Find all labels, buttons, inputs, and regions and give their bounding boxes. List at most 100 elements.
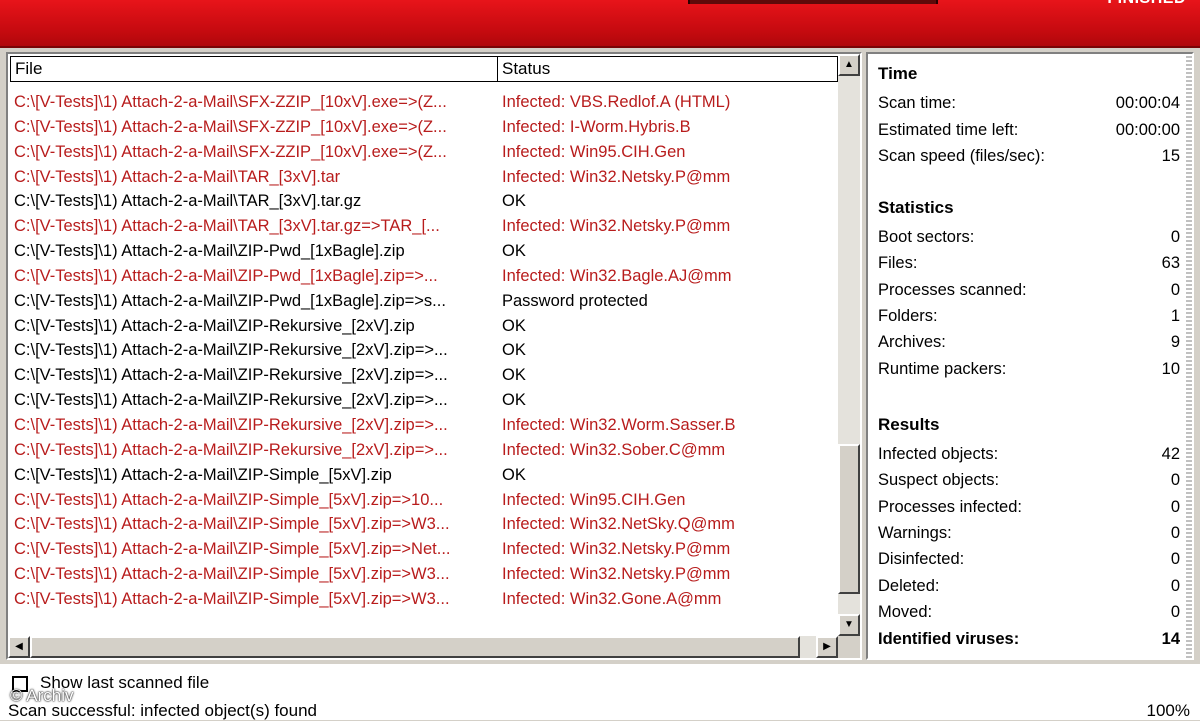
table-row[interactable]: C:\[V-Tests]\1) Attach-2-a-Mail\ZIP-Reku…	[14, 388, 838, 413]
table-row[interactable]: C:\[V-Tests]\1) Attach-2-a-Mail\ZIP-Reku…	[14, 363, 838, 388]
results-stat-value: 0	[1170, 550, 1180, 569]
table-row[interactable]: C:\[V-Tests]\1) Attach-2-a-Mail\ZIP-Simp…	[14, 488, 838, 513]
scrollbar-corner	[838, 636, 860, 658]
time-stat-row: Scan speed (files/sec): 15	[878, 147, 1180, 173]
results-stat-row: Warnings: 0	[878, 524, 1180, 550]
table-row[interactable]: C:\[V-Tests]\1) Attach-2-a-Mail\ZIP-Pwd_…	[14, 289, 838, 314]
results-stat-label: Deleted:	[878, 576, 940, 595]
time-stat-value: 15	[1161, 147, 1180, 165]
scan-status-cell: Password protected	[502, 291, 648, 310]
scroll-left-button[interactable]: ◀	[8, 636, 30, 658]
table-row[interactable]: C:\[V-Tests]\1) Attach-2-a-Mail\ZIP-Pwd_…	[14, 239, 838, 264]
table-row[interactable]: C:\[V-Tests]\1) Attach-2-a-Mail\ZIP-Reku…	[14, 338, 838, 363]
statistics-stat-row: Archives: 9	[878, 333, 1180, 359]
results-stat-value: 0	[1170, 602, 1180, 621]
table-row[interactable]: C:\[V-Tests]\1) Attach-2-a-Mail\SFX-ZZIP…	[14, 140, 838, 165]
statistics-stat-value: 0	[1170, 280, 1180, 299]
table-row[interactable]: C:\[V-Tests]\1) Attach-2-a-Mail\TAR_[3xV…	[14, 214, 838, 239]
scan-status-cell: Infected: I-Worm.Hybris.B	[502, 117, 691, 136]
column-header-status[interactable]: Status	[498, 56, 838, 82]
file-path-cell: C:\[V-Tests]\1) Attach-2-a-Mail\ZIP-Simp…	[14, 465, 392, 484]
results-stat-label: Processes infected:	[878, 497, 1022, 516]
scan-status-cell: Infected: Win95.CIH.Gen	[502, 142, 686, 161]
table-row[interactable]: C:\[V-Tests]\1) Attach-2-a-Mail\ZIP-Reku…	[14, 314, 838, 339]
results-stat-value: 0	[1170, 576, 1180, 595]
scroll-right-button[interactable]: ▶	[816, 636, 838, 658]
statistics-stat-row: Files: 63	[878, 254, 1180, 280]
table-row[interactable]: C:\[V-Tests]\1) Attach-2-a-Mail\ZIP-Reku…	[14, 438, 838, 463]
statistics-stat-value: 1	[1170, 306, 1180, 325]
file-path-cell: C:\[V-Tests]\1) Attach-2-a-Mail\ZIP-Pwd_…	[14, 266, 438, 285]
results-stat-value: 42	[1161, 445, 1180, 463]
scan-status-cell: OK	[502, 391, 526, 410]
horizontal-scroll-thumb[interactable]	[30, 636, 800, 658]
table-row[interactable]: C:\[V-Tests]\1) Attach-2-a-Mail\TAR_[3xV…	[14, 165, 838, 190]
statistics-stat-label: Folders:	[878, 306, 938, 325]
results-stat-value: 0	[1170, 471, 1180, 490]
file-path-cell: C:\[V-Tests]\1) Attach-2-a-Mail\ZIP-Pwd_…	[14, 242, 405, 261]
statistics-stat-value: 10	[1161, 359, 1180, 378]
scan-status-cell: Infected: Win95.CIH.Gen	[502, 490, 686, 509]
scroll-down-button[interactable]: ▼	[838, 614, 860, 636]
table-row[interactable]: C:\[V-Tests]\1) Attach-2-a-Mail\ZIP-Reku…	[14, 413, 838, 438]
scan-status-cell: Infected: Win32.Gone.A@mm	[502, 589, 722, 608]
time-stat-value: 00:00:04	[1115, 94, 1180, 112]
file-path-cell: C:\[V-Tests]\1) Attach-2-a-Mail\TAR_[3xV…	[14, 167, 341, 186]
scroll-up-button[interactable]: ▲	[838, 54, 860, 76]
statistics-stat-label: Files:	[878, 254, 918, 273]
identified-viruses-value: 14	[1161, 630, 1180, 648]
file-path-cell: C:\[V-Tests]\1) Attach-2-a-Mail\SFX-ZZIP…	[14, 142, 447, 161]
table-row[interactable]: C:\[V-Tests]\1) Attach-2-a-Mail\TAR_[3xV…	[14, 189, 838, 214]
statistics-stat-value: 9	[1170, 333, 1180, 352]
scan-statistics-panel: Time Scan time: 00:00:04 Estimated time le…	[866, 52, 1194, 660]
scan-status-cell: OK	[502, 316, 526, 335]
statistics-section-title: Statistics	[878, 198, 954, 217]
time-stat-row: Estimated time left: 00:00:00	[878, 121, 1180, 147]
table-row[interactable]: C:\[V-Tests]\1) Attach-2-a-Mail\ZIP-Simp…	[14, 587, 838, 612]
statistics-stat-label: Processes scanned:	[878, 280, 1027, 299]
scan-status-cell: Infected: Win32.Netsky.P@mm	[502, 167, 731, 186]
statistics-stat-label: Runtime packers:	[878, 359, 1007, 378]
scan-result-message: Scan successful: infected object(s) foun…	[8, 701, 317, 720]
statistics-stat-row: Processes scanned: 0	[878, 281, 1180, 307]
horizontal-scrollbar[interactable]: ◀ ▶	[8, 636, 838, 658]
vertical-scroll-thumb[interactable]	[838, 444, 860, 594]
file-path-cell: C:\[V-Tests]\1) Attach-2-a-Mail\ZIP-Reku…	[14, 440, 448, 459]
results-stat-value: 0	[1170, 523, 1180, 542]
scan-status-cell: Infected: Win32.Sober.C@mm	[502, 440, 726, 459]
vertical-scrollbar[interactable]: ▲ ▼	[838, 54, 860, 636]
time-stat-value: 00:00:00	[1115, 120, 1180, 139]
scan-status-cell: Infected: Win32.Netsky.P@mm	[502, 565, 731, 584]
statistics-stat-label: Archives:	[878, 333, 946, 352]
table-row[interactable]: C:\[V-Tests]\1) Attach-2-a-Mail\ZIP-Simp…	[14, 537, 838, 562]
results-stat-label: Infected objects:	[878, 445, 999, 463]
table-row[interactable]: C:\[V-Tests]\1) Attach-2-a-Mail\SFX-ZZIP…	[14, 115, 838, 140]
scan-status-cell: OK	[502, 341, 526, 360]
scan-status-cell: OK	[502, 192, 526, 211]
table-row[interactable]: C:\[V-Tests]\1) Attach-2-a-Mail\ZIP-Simp…	[14, 463, 838, 488]
file-path-cell: C:\[V-Tests]\1) Attach-2-a-Mail\ZIP-Reku…	[14, 415, 448, 434]
list-rows: C:\[V-Tests]\1) Attach-2-a-Mail\SFX-ZZIP…	[14, 90, 838, 612]
file-path-cell: C:\[V-Tests]\1) Attach-2-a-Mail\ZIP-Simp…	[14, 515, 450, 534]
column-header-file[interactable]: File	[10, 56, 498, 82]
file-path-cell: C:\[V-Tests]\1) Attach-2-a-Mail\ZIP-Simp…	[14, 565, 450, 584]
table-row[interactable]: C:\[V-Tests]\1) Attach-2-a-Mail\ZIP-Simp…	[14, 512, 838, 537]
table-row[interactable]: C:\[V-Tests]\1) Attach-2-a-Mail\ZIP-Simp…	[14, 562, 838, 587]
table-row[interactable]: C:\[V-Tests]\1) Attach-2-a-Mail\ZIP-Pwd_…	[14, 264, 838, 289]
scan-status-cell: Infected: VBS.Redlof.A (HTML)	[502, 93, 731, 111]
file-path-cell: C:\[V-Tests]\1) Attach-2-a-Mail\SFX-ZZIP…	[14, 93, 447, 111]
identified-viruses-row: Identified viruses: 14	[878, 630, 1180, 656]
column-header-row: File Status	[10, 56, 838, 82]
bottom-status-area: Show last scanned file © Archiv Scan suc…	[0, 664, 1200, 720]
file-path-cell: C:\[V-Tests]\1) Attach-2-a-Mail\ZIP-Pwd_…	[14, 291, 446, 310]
list-viewport: File Status C:\[V-Tests]\1) Attach-2-a-M…	[8, 54, 838, 636]
table-row[interactable]: C:\[V-Tests]\1) Attach-2-a-Mail\SFX-ZZIP…	[14, 90, 838, 115]
scan-status-cell: Infected: Win32.Worm.Sasser.B	[502, 415, 736, 434]
results-stat-row: Moved: 0	[878, 603, 1180, 629]
header-progress-box	[688, 0, 938, 4]
scan-status-cell: Infected: Win32.NetSky.Q@mm	[502, 515, 735, 534]
time-section-title: Time	[878, 64, 918, 83]
results-section-title: Results	[878, 415, 940, 434]
scan-status-cell: OK	[502, 366, 526, 385]
scanned-files-list[interactable]: File Status C:\[V-Tests]\1) Attach-2-a-M…	[6, 52, 862, 660]
